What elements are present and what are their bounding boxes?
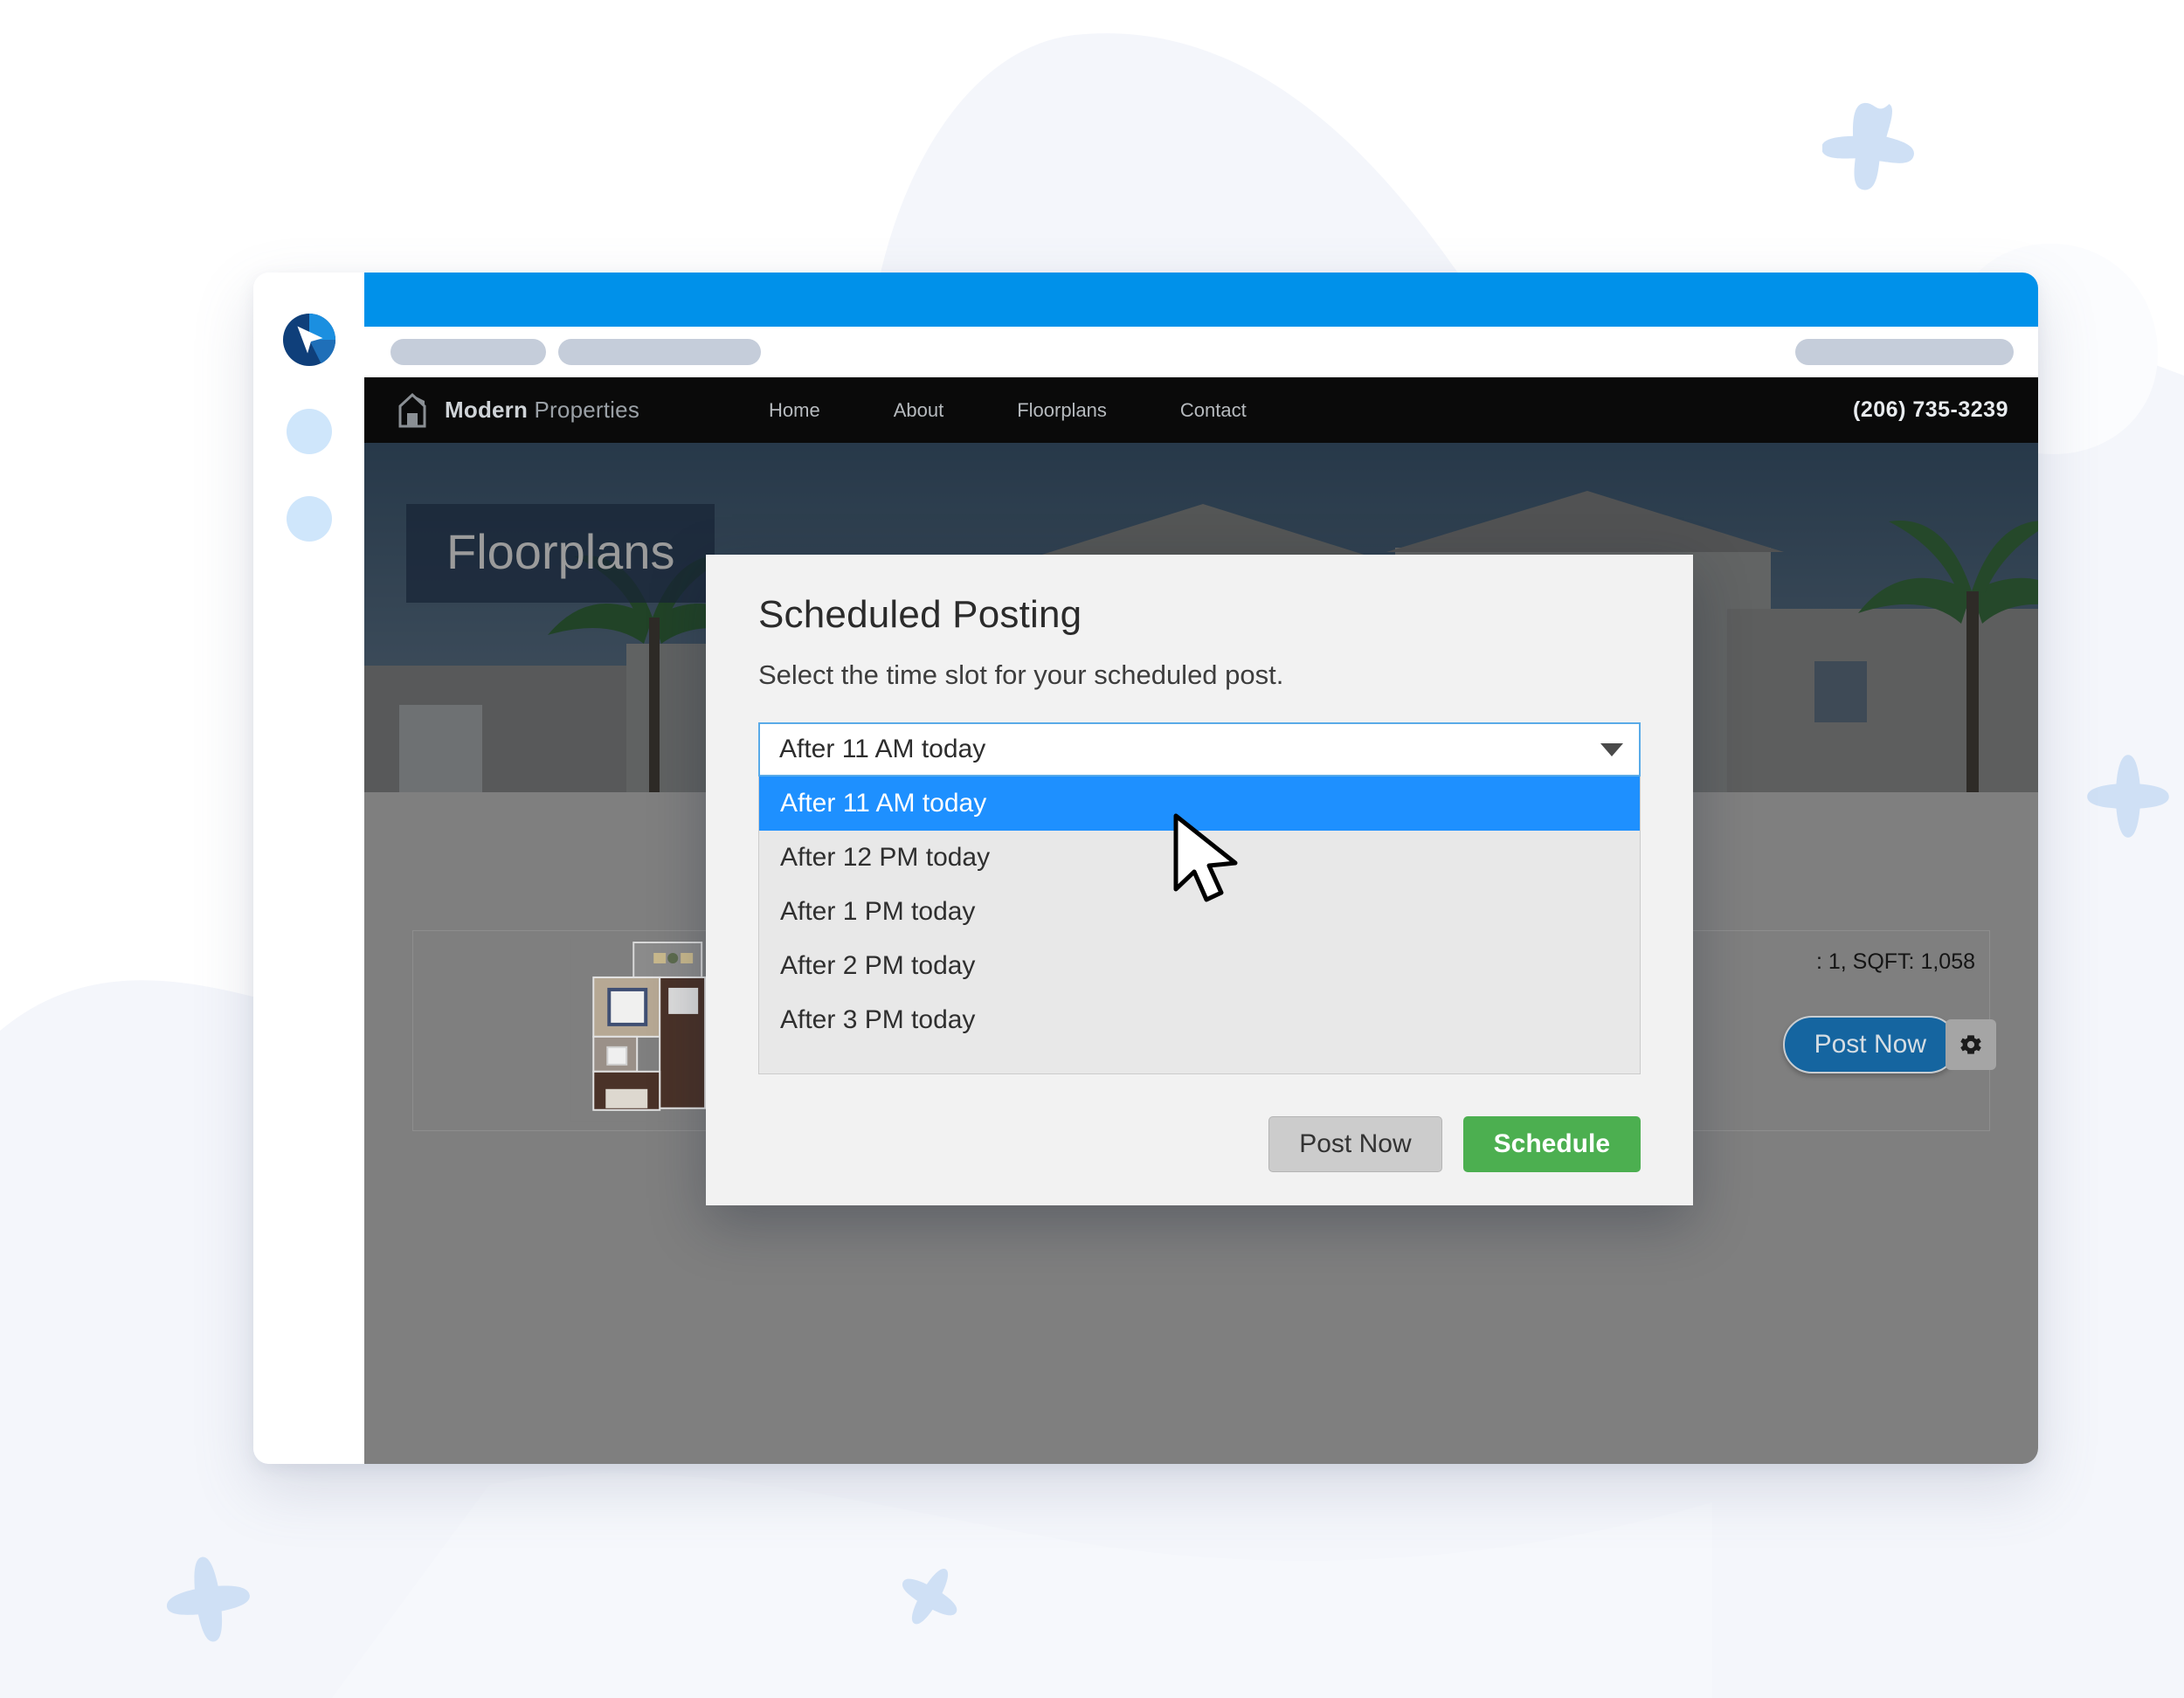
post-now-button-overlay[interactable]: Post Now (1782, 1016, 1958, 1073)
floorplan-meta-text: : 1, SQFT: 1,058 (1815, 949, 1975, 974)
site-nav-links: Home About Floorplans Contact (769, 399, 1247, 422)
time-slot-option-1[interactable]: After 12 PM today (759, 831, 1640, 885)
page-title: Floorplans (446, 524, 675, 579)
option-list-padding (759, 1047, 1640, 1073)
dialog-subtitle: Select the time slot for your scheduled … (758, 659, 1284, 690)
brand-bold: Modern (445, 397, 529, 423)
sparkle-icon-bottom-left (162, 1553, 253, 1644)
site-brand-text: Modern Properties (445, 397, 639, 424)
schedule-button[interactable]: Schedule (1462, 1116, 1641, 1172)
chevron-down-icon (1600, 742, 1623, 756)
sparkle-icon-top-right (1822, 96, 1918, 192)
nav-link-about[interactable]: About (894, 399, 944, 422)
nav-link-floorplans[interactable]: Floorplans (1017, 399, 1107, 422)
dialog-title: Scheduled Posting (758, 593, 1082, 636)
extension-sidebar (253, 273, 364, 1464)
sparkle-icon-bottom-center (896, 1562, 964, 1630)
hero-title-box: Floorplans (406, 504, 715, 603)
site-brand[interactable]: Modern Properties (397, 392, 639, 429)
gear-icon[interactable] (1946, 1019, 1996, 1070)
time-slot-option-3[interactable]: After 2 PM today (759, 939, 1640, 993)
cursor-logo-icon[interactable] (282, 313, 336, 367)
time-slot-select[interactable]: After 11 AM today (758, 722, 1641, 777)
listing-post-now-group: Post Now (1782, 1016, 1996, 1073)
browser-toolbar (364, 327, 2038, 377)
post-now-button[interactable]: Post Now (1268, 1116, 1442, 1172)
toolbar-pill-right[interactable] (1795, 339, 2014, 365)
scheduled-posting-dialog: Scheduled Posting Select the time slot f… (706, 555, 1693, 1205)
page-root: Modern Properties Home About Floorplans … (0, 0, 2184, 1698)
time-slot-select-value: After 11 AM today (779, 735, 986, 763)
nav-link-contact[interactable]: Contact (1180, 399, 1247, 422)
time-slot-option-2[interactable]: After 1 PM today (759, 885, 1640, 939)
time-slot-option-4[interactable]: After 3 PM today (759, 993, 1640, 1047)
site-navbar: Modern Properties Home About Floorplans … (364, 377, 2038, 443)
dialog-actions: Post Now Schedule (758, 1116, 1641, 1172)
rail-dot-2[interactable] (286, 496, 332, 542)
time-slot-option-list: After 11 AM today After 12 PM today Afte… (758, 777, 1641, 1074)
sparkle-icon-right (2083, 749, 2174, 840)
time-slot-option-0[interactable]: After 11 AM today (759, 777, 1640, 831)
toolbar-pill-left[interactable] (390, 339, 546, 365)
site-phone-number[interactable]: (206) 735-3239 (1853, 397, 2008, 423)
toolbar-pill-middle[interactable] (558, 339, 761, 365)
house-icon (397, 392, 427, 429)
nav-link-home[interactable]: Home (769, 399, 820, 422)
brand-light: Properties (528, 397, 640, 423)
browser-title-bar (364, 273, 2038, 327)
rail-dot-1[interactable] (286, 409, 332, 454)
